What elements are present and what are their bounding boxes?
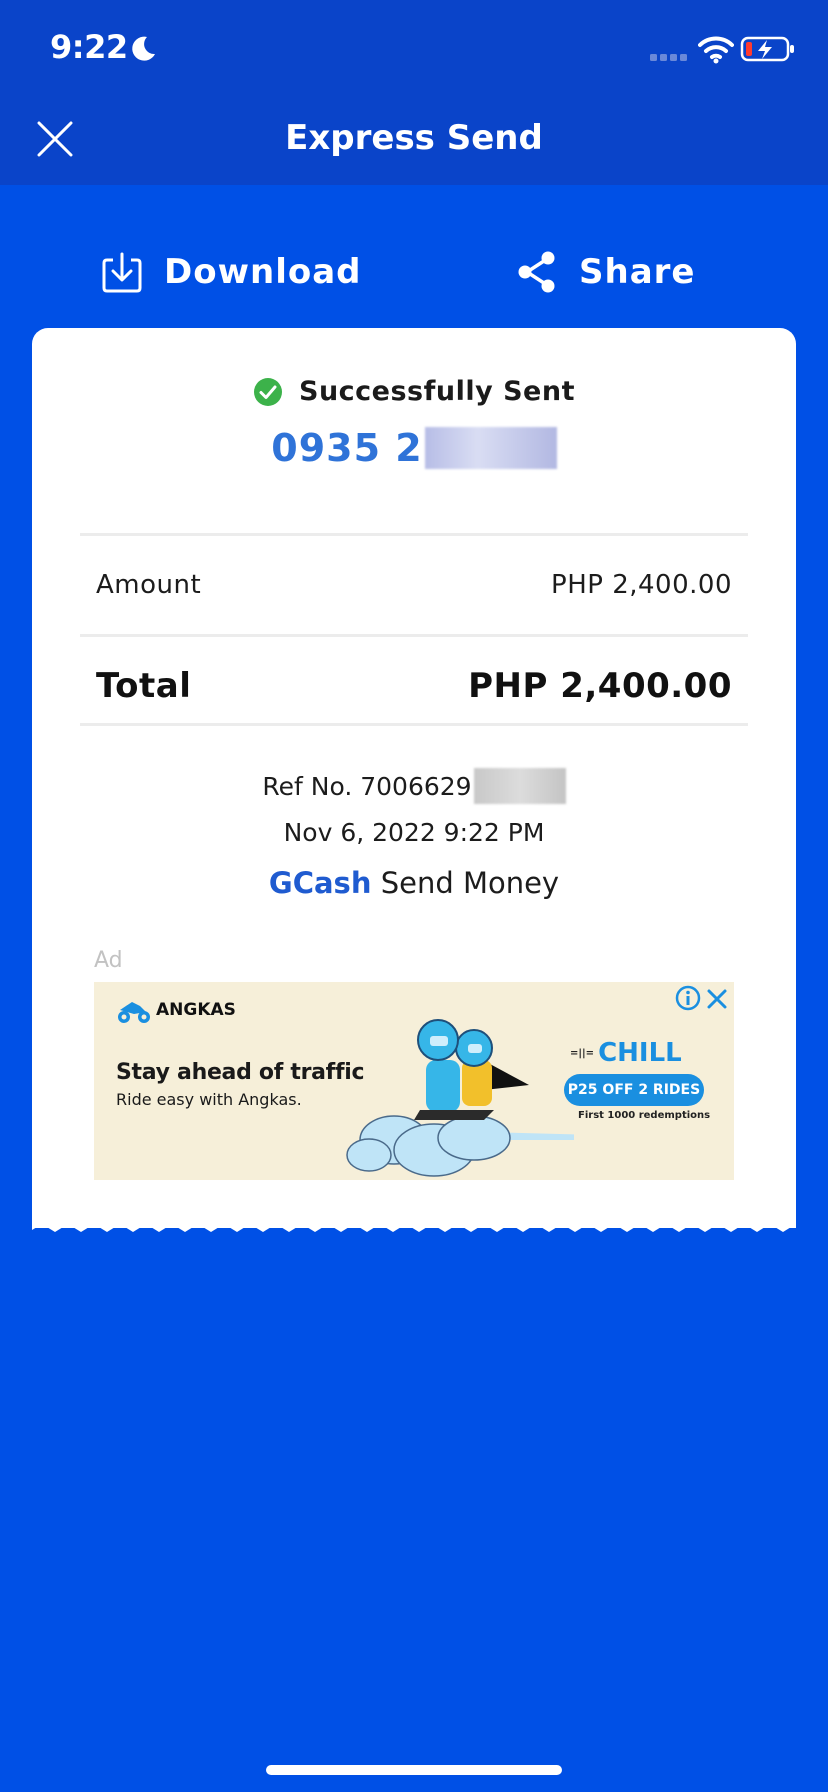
ad-label: Ad	[94, 948, 123, 973]
download-button[interactable]: Download	[100, 246, 362, 298]
service-name: Send Money	[380, 866, 560, 900]
ad-close-icon[interactable]	[706, 988, 728, 1010]
total-value: PHP 2,400.00	[468, 666, 732, 706]
share-button[interactable]: Share	[515, 246, 695, 298]
recipient-number: 0935 2	[32, 426, 796, 470]
divider	[80, 723, 748, 726]
receipt-torn-edge	[32, 1216, 796, 1232]
signal-icon	[650, 54, 687, 61]
scooter-logo-icon	[118, 1002, 150, 1023]
home-indicator[interactable]	[266, 1765, 562, 1775]
share-label: Share	[579, 252, 696, 292]
reference-number: Ref No. 7006629	[32, 768, 796, 804]
transaction-datetime: Nov 6, 2022 9:22 PM	[283, 818, 545, 847]
ad-brand: ANGKAS	[156, 1000, 236, 1020]
brand-name: GCash	[268, 866, 372, 900]
moon-icon	[132, 36, 155, 61]
battery-icon	[740, 36, 794, 62]
recipient-number-text: 0935 2	[271, 426, 423, 470]
redacted-number	[424, 427, 557, 469]
amount-label: Amount	[96, 570, 202, 600]
total-label: Total	[96, 666, 192, 706]
info-icon[interactable]	[674, 984, 702, 1012]
service-line: GCash Send Money	[32, 866, 796, 900]
divider	[80, 634, 748, 637]
screen: 9:22 Express Send Download Share Success…	[0, 0, 828, 1792]
riders-cloud-illustration	[346, 1019, 574, 1177]
top-bar: 9:22 Express Send	[0, 0, 828, 185]
ad-subline: Ride easy with Angkas.	[116, 1090, 302, 1109]
ad-promo-mark: =||=	[570, 1048, 595, 1059]
ad-promo-text: CHILL	[598, 1038, 682, 1068]
check-icon	[254, 377, 282, 406]
download-label: Download	[164, 252, 362, 292]
receipt-card: Successfully Sent 0935 2 Amount PHP 2,40…	[32, 328, 796, 1228]
ad-fine-print: First 1000 redemptions	[578, 1110, 711, 1121]
total-row: Total PHP 2,400.00	[96, 658, 732, 714]
amount-row: Amount PHP 2,400.00	[96, 560, 732, 610]
download-icon	[102, 252, 142, 293]
ad-headline: Stay ahead of traffic	[116, 1060, 365, 1085]
share-icon	[518, 251, 555, 293]
ad-promo-pill: P25 OFF 2 RIDES	[564, 1074, 704, 1106]
ad-banner[interactable]: ANGKAS Stay ahead of traffic Ride easy w…	[94, 982, 734, 1180]
redacted-reference	[473, 768, 566, 804]
status-time: 9:22	[50, 28, 128, 66]
reference-text: Ref No. 7006629	[262, 771, 472, 801]
success-text: Successfully Sent	[299, 376, 575, 407]
success-status: Successfully Sent	[32, 376, 796, 407]
page-title: Express Send	[285, 118, 543, 158]
wifi-icon	[698, 36, 734, 64]
divider	[80, 533, 748, 536]
ad-promo: =||= CHILL	[570, 1038, 682, 1068]
amount-value: PHP 2,400.00	[551, 570, 732, 600]
